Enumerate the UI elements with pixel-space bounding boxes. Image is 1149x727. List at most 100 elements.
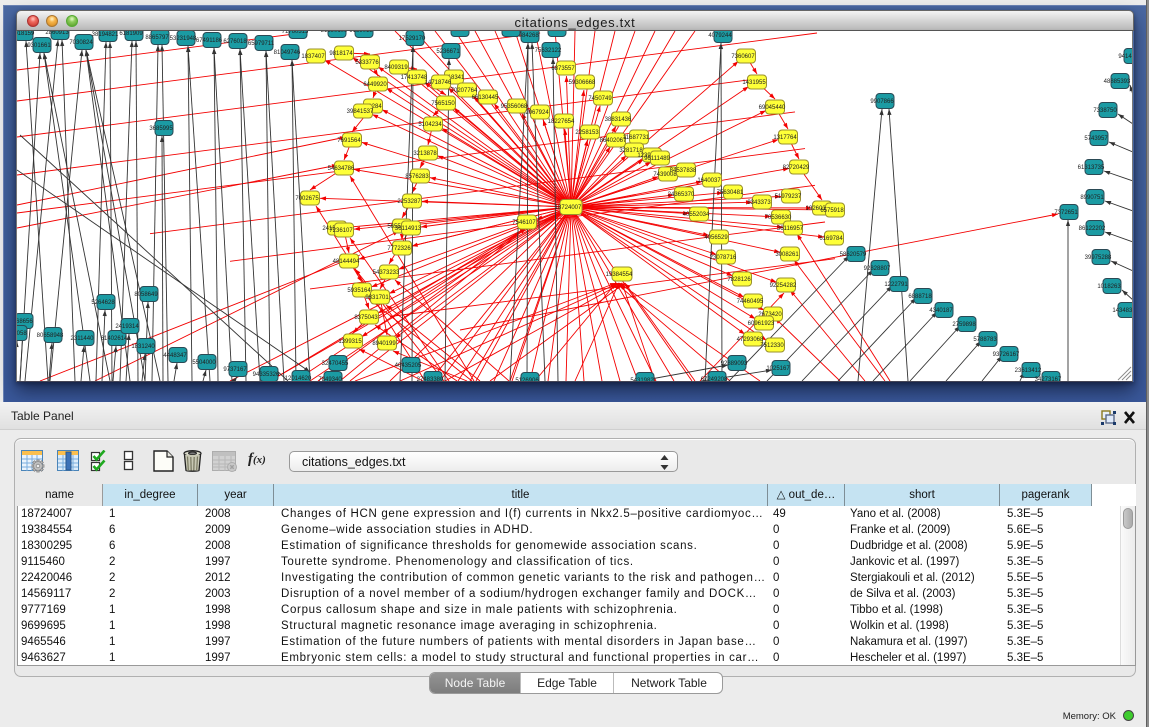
svg-text:7002675: 7002675: [295, 196, 319, 202]
svg-text:23078716: 23078716: [710, 255, 737, 261]
svg-text:71760313: 71760313: [282, 31, 309, 35]
svg-text:53231948: 53231948: [170, 36, 197, 42]
svg-text:6873557: 6873557: [551, 66, 575, 72]
svg-text:75630481: 75630481: [717, 190, 744, 196]
svg-text:54373233: 54373233: [373, 270, 400, 276]
svg-text:7849340: 7849340: [318, 377, 342, 381]
svg-text:60961923: 60961923: [748, 321, 775, 327]
svg-text:74460495: 74460495: [737, 299, 764, 305]
svg-text:9737167: 9737167: [223, 367, 247, 373]
svg-text:8375043: 8375043: [354, 315, 378, 321]
svg-text:5264628: 5264628: [91, 300, 115, 306]
svg-text:5788783: 5788783: [973, 337, 997, 343]
svg-text:2860913: 2860913: [45, 31, 69, 36]
svg-text:5743957: 5743957: [1084, 136, 1108, 142]
svg-text:70207764: 70207764: [451, 88, 478, 94]
svg-text:7360607: 7360607: [731, 54, 755, 60]
svg-text:23613412: 23613412: [1015, 368, 1042, 374]
svg-text:81049746: 81049746: [274, 50, 301, 56]
svg-text:1317764: 1317764: [773, 135, 797, 141]
svg-text:12014620: 12014620: [285, 376, 312, 381]
svg-text:9831701: 9831701: [365, 295, 389, 301]
svg-text:80658948: 80658948: [37, 333, 64, 339]
svg-text:51979237: 51979237: [775, 194, 802, 200]
svg-text:5504000: 5504000: [192, 360, 216, 366]
svg-text:3008261: 3008261: [775, 252, 799, 258]
svg-text:48885393: 48885393: [1104, 79, 1131, 85]
svg-text:38194821: 38194821: [92, 32, 119, 38]
svg-text:6276018: 6276018: [223, 39, 247, 45]
svg-text:36018159: 36018159: [17, 31, 35, 37]
svg-text:82803852: 82803852: [541, 31, 568, 33]
svg-text:54634786: 54634786: [328, 166, 355, 172]
svg-text:8343373: 8343373: [747, 200, 771, 206]
svg-text:1025167: 1025167: [766, 366, 790, 372]
svg-text:40552034: 40552034: [683, 212, 710, 218]
svg-text:92254282: 92254282: [770, 283, 797, 289]
svg-text:6449920: 6449920: [363, 82, 387, 88]
svg-text:70536630: 70536630: [765, 215, 792, 221]
svg-text:5333776: 5333776: [355, 60, 379, 66]
svg-text:58620579: 58620579: [840, 252, 867, 258]
svg-text:65979711: 65979711: [248, 41, 275, 47]
svg-text:36116957: 36116957: [777, 226, 804, 232]
svg-text:4268656: 4268656: [17, 319, 33, 325]
svg-text:7450749: 7450749: [588, 96, 612, 102]
svg-text:2253287: 2253287: [397, 199, 421, 205]
svg-text:4448347: 4448347: [163, 353, 187, 359]
svg-text:7828126: 7828126: [727, 277, 751, 283]
svg-text:18227654: 18227654: [548, 119, 575, 125]
svg-text:1222791: 1222791: [884, 282, 908, 288]
svg-text:6575918: 6575918: [820, 208, 844, 214]
svg-text:5104234: 5104234: [418, 122, 442, 128]
svg-text:32470455: 32470455: [322, 361, 349, 367]
svg-text:40435205: 40435205: [395, 363, 422, 369]
svg-text:2311440: 2311440: [71, 336, 95, 342]
svg-text:8409319: 8409319: [384, 65, 408, 71]
svg-text:6888718: 6888718: [908, 294, 932, 300]
svg-text:1431955: 1431955: [742, 80, 766, 86]
svg-text:18724007: 18724007: [555, 205, 582, 211]
svg-text:8940199: 8940199: [372, 341, 396, 347]
svg-text:19384554: 19384554: [606, 272, 633, 278]
svg-text:82720429: 82720429: [783, 165, 810, 171]
svg-text:36114913: 36114913: [395, 226, 422, 232]
svg-text:8058649: 8058649: [134, 292, 158, 298]
svg-text:7030824: 7030824: [69, 40, 93, 46]
svg-text:39975288: 39975288: [1085, 255, 1112, 261]
svg-text:8576283: 8576283: [405, 174, 429, 180]
svg-text:8990751: 8990751: [1080, 195, 1104, 201]
svg-text:4340187: 4340187: [929, 308, 953, 314]
svg-text:9414852: 9414852: [1118, 54, 1132, 60]
svg-text:61402614: 61402614: [101, 336, 128, 342]
svg-text:1399315: 1399315: [338, 339, 362, 345]
svg-text:7546107: 7546107: [512, 220, 536, 226]
svg-text:5236671: 5236671: [436, 49, 460, 55]
svg-text:1434839: 1434839: [1112, 308, 1132, 314]
svg-text:94335326: 94335326: [253, 372, 280, 378]
svg-text:6169784: 6169784: [819, 236, 843, 242]
svg-text:17529170: 17529170: [399, 36, 426, 42]
svg-text:48144494: 48144494: [333, 259, 360, 265]
svg-text:31590109: 31590109: [321, 31, 348, 34]
svg-text:1640037: 1640037: [697, 178, 721, 184]
svg-text:7338750: 7338750: [1093, 108, 1117, 114]
svg-text:2258153: 2258153: [575, 130, 599, 136]
svg-text:5431982: 5431982: [630, 378, 654, 381]
svg-text:14718746: 14718746: [425, 80, 452, 86]
svg-text:9818174: 9818174: [329, 51, 353, 57]
svg-text:2419314: 2419314: [115, 324, 139, 330]
svg-text:6181909: 6181909: [119, 31, 143, 37]
svg-text:86122202: 86122202: [1079, 226, 1106, 232]
svg-text:9907866: 9907866: [870, 99, 894, 105]
svg-text:95356068: 95356068: [501, 104, 528, 110]
svg-text:39841537: 39841537: [347, 109, 374, 115]
svg-text:69045440: 69045440: [759, 105, 786, 111]
svg-text:7512330: 7512330: [760, 343, 784, 349]
svg-text:5126906: 5126906: [515, 378, 539, 381]
svg-text:66130445: 66130445: [472, 95, 499, 101]
svg-text:27483380: 27483380: [417, 377, 444, 381]
svg-text:6515058: 6515058: [17, 331, 27, 337]
svg-text:8865797: 8865797: [145, 35, 169, 41]
svg-text:9159013: 9159013: [349, 31, 373, 34]
